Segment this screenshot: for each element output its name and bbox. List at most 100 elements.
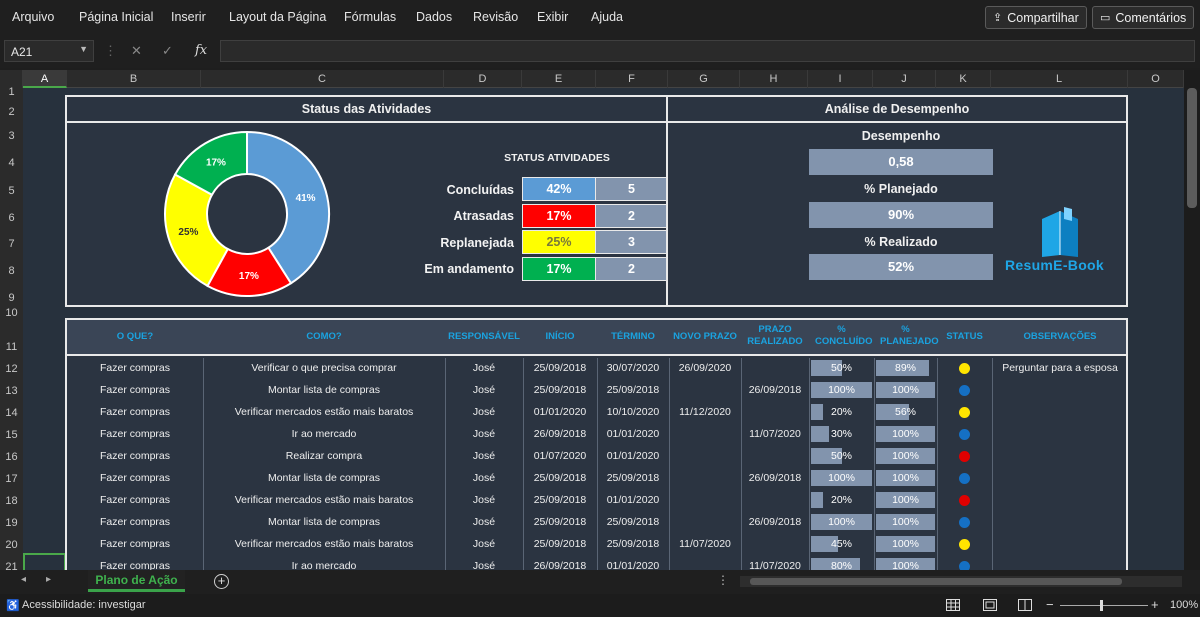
zoom-slider[interactable] [1060, 605, 1148, 606]
concluido-value[interactable]: 20% [809, 494, 874, 506]
accessibility-icon[interactable]: ♿ [6, 599, 20, 612]
row-header[interactable]: 9 [0, 292, 23, 304]
row-header[interactable]: 14 [0, 407, 23, 419]
concluido-value[interactable]: 100% [809, 472, 874, 484]
column-header[interactable]: I [808, 70, 873, 88]
table-cell-como[interactable]: Verificar mercados estão mais baratos [203, 538, 445, 550]
concluido-value[interactable]: 30% [809, 428, 874, 440]
table-cell-como[interactable]: Realizar compra [203, 450, 445, 462]
concluido-value[interactable]: 80% [809, 560, 874, 570]
table-cell-inicio[interactable]: 01/07/2020 [523, 450, 597, 462]
table-cell-como[interactable]: Verificar mercados estão mais baratos [203, 406, 445, 418]
table-cell-termino[interactable]: 25/09/2018 [597, 538, 669, 550]
concluido-value[interactable]: 45% [809, 538, 874, 550]
table-cell-resp[interactable]: José [445, 494, 523, 506]
enter-icon[interactable]: ✓ [162, 43, 173, 59]
table-cell-resp[interactable]: José [445, 560, 523, 570]
table-cell-realizado[interactable]: 11/07/2020 [741, 428, 809, 440]
table-cell-oque[interactable]: Fazer compras [67, 516, 203, 528]
horizontal-scrollbar[interactable] [740, 576, 1182, 587]
column-header[interactable]: J [873, 70, 936, 88]
row-header[interactable]: 5 [0, 185, 23, 197]
table-cell-como[interactable]: Ir ao mercado [203, 560, 445, 570]
row-header[interactable]: 17 [0, 473, 23, 485]
table-cell-termino[interactable]: 01/01/2020 [597, 450, 669, 462]
menu-dados[interactable]: Dados [416, 10, 452, 24]
vertical-scroll-thumb[interactable] [1187, 88, 1197, 208]
table-cell-termino[interactable]: 25/09/2018 [597, 472, 669, 484]
menu-formulas[interactable]: Fórmulas [344, 10, 396, 24]
insert-function-icon[interactable]: fx [195, 43, 207, 58]
add-sheet-icon[interactable]: + [214, 574, 229, 589]
menu-pagina-inicial[interactable]: Página Inicial [79, 10, 153, 24]
column-header[interactable]: D [444, 70, 522, 88]
planejado-value[interactable]: 100% [874, 516, 937, 528]
table-cell-inicio[interactable]: 25/09/2018 [523, 384, 597, 396]
table-cell-oque[interactable]: Fazer compras [67, 560, 203, 570]
planejado-value[interactable]: 56% [874, 406, 937, 418]
row-header[interactable]: 11 [0, 341, 23, 353]
table-cell-oque[interactable]: Fazer compras [67, 472, 203, 484]
column-header[interactable]: C [201, 70, 444, 88]
zoom-out-icon[interactable]: − [1046, 597, 1054, 612]
concluido-value[interactable]: 20% [809, 406, 874, 418]
column-header[interactable]: O [1128, 70, 1184, 88]
table-cell-realizado[interactable]: 26/09/2018 [741, 384, 809, 396]
prev-sheet-icon[interactable]: ◂ [21, 574, 26, 585]
row-header[interactable]: 8 [0, 265, 23, 277]
planejado-value[interactable]: 100% [874, 538, 937, 550]
vertical-scrollbar[interactable] [1184, 70, 1200, 570]
row-header[interactable]: 18 [0, 495, 23, 507]
table-cell-novo[interactable]: 26/09/2020 [669, 362, 741, 374]
planejado-value[interactable]: 100% [874, 384, 937, 396]
table-cell-obs[interactable]: Perguntar para a esposa [992, 362, 1128, 374]
planejado-value[interactable]: 100% [874, 428, 937, 440]
table-cell-como[interactable]: Ir ao mercado [203, 428, 445, 440]
table-cell-novo[interactable]: 11/07/2020 [669, 538, 741, 550]
planejado-value[interactable]: 89% [874, 362, 937, 374]
share-button[interactable]: ⇪ Compartilhar [985, 6, 1087, 29]
column-header[interactable]: E [522, 70, 596, 88]
column-header[interactable]: H [740, 70, 808, 88]
table-cell-como[interactable]: Montar lista de compras [203, 384, 445, 396]
zoom-level[interactable]: 100% [1170, 599, 1198, 611]
table-cell-inicio[interactable]: 25/09/2018 [523, 472, 597, 484]
worksheet-grid[interactable]: Status das Atividades 41% 17% 25% 17% STATU… [23, 88, 1184, 570]
table-cell-resp[interactable]: José [445, 428, 523, 440]
table-cell-oque[interactable]: Fazer compras [67, 494, 203, 506]
concluido-value[interactable]: 100% [809, 384, 874, 396]
column-header[interactable]: A [23, 70, 67, 88]
row-header[interactable]: 13 [0, 385, 23, 397]
planejado-value[interactable]: 100% [874, 494, 937, 506]
column-header[interactable]: F [596, 70, 668, 88]
chevron-down-icon[interactable]: ▼ [79, 44, 88, 54]
row-header[interactable]: 16 [0, 451, 23, 463]
table-cell-inicio[interactable]: 01/01/2020 [523, 406, 597, 418]
table-cell-como[interactable]: Montar lista de compras [203, 472, 445, 484]
menu-inserir[interactable]: Inserir [171, 10, 206, 24]
menu-layout[interactable]: Layout da Página [229, 10, 326, 24]
name-box[interactable]: A21 ▼ [4, 40, 94, 62]
table-cell-como[interactable]: Verificar mercados estão mais baratos [203, 494, 445, 506]
table-cell-termino[interactable]: 10/10/2020 [597, 406, 669, 418]
zoom-in-icon[interactable]: + [1151, 597, 1159, 612]
row-header[interactable]: 10 [0, 307, 23, 319]
table-cell-resp[interactable]: José [445, 516, 523, 528]
table-cell-resp[interactable]: José [445, 406, 523, 418]
comments-button[interactable]: ▭ Comentários [1092, 6, 1195, 29]
table-cell-oque[interactable]: Fazer compras [67, 406, 203, 418]
table-cell-resp[interactable]: José [445, 472, 523, 484]
cancel-icon[interactable]: ✕ [131, 43, 142, 59]
table-cell-como[interactable]: Montar lista de compras [203, 516, 445, 528]
concluido-value[interactable]: 100% [809, 516, 874, 528]
table-cell-inicio[interactable]: 26/09/2018 [523, 560, 597, 570]
formula-input[interactable] [220, 40, 1195, 62]
accessibility-status[interactable]: Acessibilidade: investigar [22, 599, 146, 611]
row-header[interactable]: 19 [0, 517, 23, 529]
menu-arquivo[interactable]: Arquivo [12, 10, 54, 24]
table-cell-oque[interactable]: Fazer compras [67, 362, 203, 374]
horizontal-scroll-thumb[interactable] [750, 578, 1122, 585]
concluido-value[interactable]: 50% [809, 450, 874, 462]
row-header[interactable]: 7 [0, 238, 23, 250]
zoom-slider-thumb[interactable] [1100, 600, 1103, 611]
